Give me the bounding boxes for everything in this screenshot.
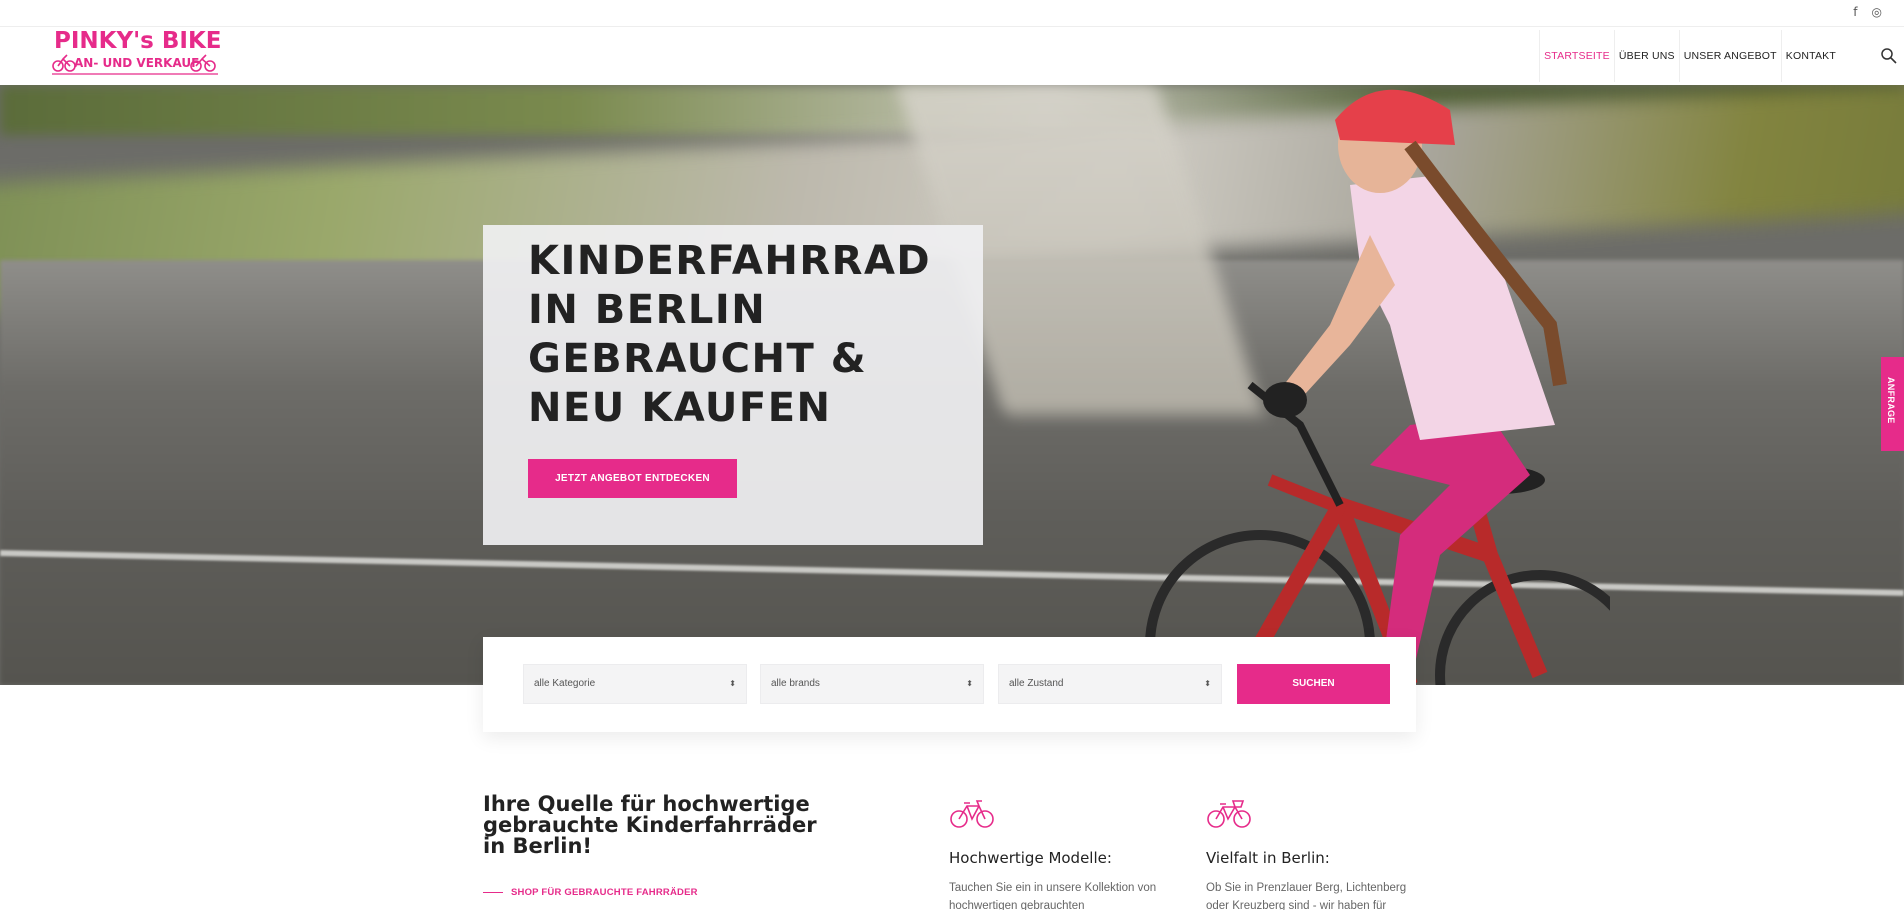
feature-text: Ob Sie in Prenzlauer Berg, Lichtenberg o… xyxy=(1206,882,1407,910)
select-arrows-icon: ⬍ xyxy=(966,679,973,688)
category-select[interactable]: alle Kategorie ⬍ xyxy=(523,664,747,704)
search-submit-button[interactable]: SUCHEN xyxy=(1237,664,1390,704)
condition-select[interactable]: alle Zustand ⬍ xyxy=(998,664,1222,704)
feature-card: Vielfalt in Berlin: Ob Sie in Prenzlauer… xyxy=(1206,798,1426,910)
select-arrows-icon: ⬍ xyxy=(729,679,736,688)
condition-select-value: alle Zustand xyxy=(1009,678,1064,689)
logo-line2: AN- UND VERKAUF xyxy=(74,56,199,70)
nav-ueber-uns[interactable]: ÜBER UNS xyxy=(1613,30,1679,82)
nav-kontakt[interactable]: KONTAKT xyxy=(1780,30,1840,82)
facebook-icon[interactable]: f xyxy=(1853,5,1857,19)
feature-text: Tauchen Sie ein in unsere Kollektion von… xyxy=(949,882,1157,910)
brand-select-value: alle brands xyxy=(771,678,820,689)
hero-photo-girl-on-bike xyxy=(1145,89,1610,685)
select-arrows-icon: ⬍ xyxy=(1204,679,1211,688)
link-decor-line xyxy=(483,892,503,893)
brand-select[interactable]: alle brands ⬍ xyxy=(760,664,984,704)
bicycle-basket-icon xyxy=(1207,800,1251,828)
site-header: PINKY's BIKE's AN- UND VERKAUF STARTSEIT… xyxy=(0,27,1904,85)
search-filter-panel: alle Kategorie ⬍ alle brands ⬍ alle Zust… xyxy=(483,637,1416,732)
instagram-icon[interactable]: ◎ xyxy=(1872,5,1882,19)
feature-title: Vielfalt in Berlin: xyxy=(1206,849,1330,867)
feature-card: Hochwertige Modelle: Tauchen Sie ein in … xyxy=(949,798,1169,910)
bicycle-icon xyxy=(950,800,994,828)
category-select-value: alle Kategorie xyxy=(534,678,596,689)
feature-title: Hochwertige Modelle: xyxy=(949,849,1112,867)
hero-text-card: KINDERFAHRRAD IN BERLIN GEBRAUCHT & NEU … xyxy=(483,225,983,545)
discover-offer-button[interactable]: JETZT ANGEBOT ENTDECKEN xyxy=(528,459,737,498)
logo-line1: PINKY's BIKE's xyxy=(54,28,220,54)
top-bar: f ◎ xyxy=(0,0,1904,27)
shop-link[interactable]: SHOP FÜR GEBRAUCHTE FAHRRÄDER xyxy=(483,887,698,898)
search-icon[interactable] xyxy=(1880,47,1898,65)
nav-unser-angebot[interactable]: UNSER ANGEBOT xyxy=(1678,30,1781,82)
main-nav: STARTSEITE ÜBER UNS UNSER ANGEBOT KONTAK… xyxy=(1539,27,1840,85)
inquiry-side-tab[interactable]: ANFRAGE xyxy=(1881,357,1904,451)
nav-startseite[interactable]: STARTSEITE xyxy=(1539,30,1614,82)
hero-title: KINDERFAHRRAD IN BERLIN GEBRAUCHT & NEU … xyxy=(528,238,932,431)
intro-heading: Ihre Quelle für hochwertige gebrauchte K… xyxy=(483,792,817,858)
shop-link-label: SHOP FÜR GEBRAUCHTE FAHRRÄDER xyxy=(511,887,698,898)
inquiry-side-tab-label: ANFRAGE xyxy=(1886,377,1896,424)
social-links: f ◎ xyxy=(1853,5,1882,19)
logo[interactable]: PINKY's BIKE's AN- UND VERKAUF xyxy=(50,24,220,84)
